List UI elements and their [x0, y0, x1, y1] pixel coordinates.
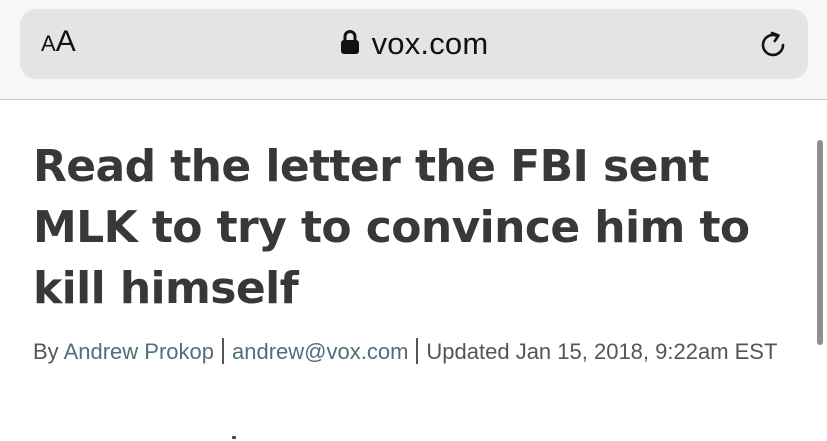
- domain-text: vox.com: [371, 26, 489, 61]
- byline-separator: [222, 338, 224, 364]
- updated-timestamp: Updated Jan 15, 2018, 9:22am EST: [426, 339, 778, 364]
- reload-icon[interactable]: [758, 29, 790, 61]
- article-headline: Read the letter the FBI sent MLK to try …: [33, 141, 750, 314]
- article-header: Read the letter the FBI sent MLK to try …: [33, 136, 793, 365]
- url-display[interactable]: vox.com: [20, 28, 808, 60]
- partial-content-mark: [232, 436, 236, 439]
- author-email-link[interactable]: andrew@vox.com: [232, 339, 408, 364]
- byline-prefix: By: [33, 339, 64, 364]
- browser-toolbar: AA vox.com: [0, 0, 827, 100]
- author-link[interactable]: Andrew Prokop: [64, 339, 214, 364]
- scrollbar[interactable]: [817, 140, 823, 345]
- byline-separator: [416, 338, 419, 364]
- article-byline: By Andrew Prokop andrew@vox.com Updated Ja…: [33, 338, 793, 365]
- lock-icon: [340, 30, 359, 54]
- address-bar[interactable]: AA vox.com: [20, 9, 808, 79]
